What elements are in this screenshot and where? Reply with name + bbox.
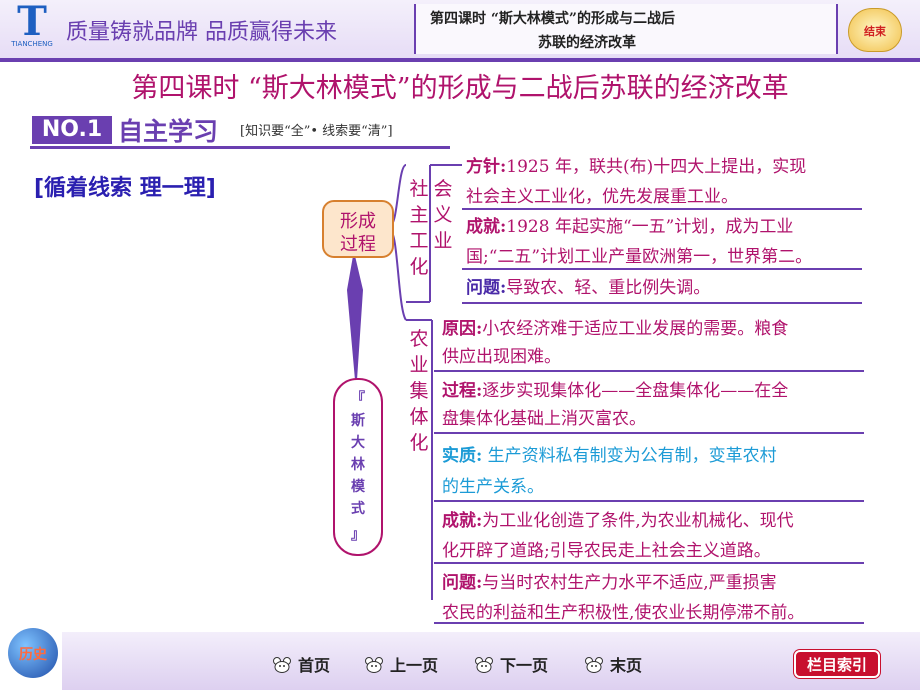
industrialization-char: 业 bbox=[433, 230, 453, 252]
mouse-icon bbox=[585, 657, 603, 673]
policy-line2: 社会主义工业化，优先发展重工业。 bbox=[466, 187, 738, 207]
cause-line2: 供应出现困难。 bbox=[442, 347, 561, 367]
mouse-icon bbox=[273, 657, 291, 673]
next-page-label: 下一页 bbox=[500, 656, 549, 675]
process-key: 过程: bbox=[442, 381, 483, 401]
last-page-button[interactable]: 末页 bbox=[584, 652, 642, 676]
collectivization-char: 体 bbox=[409, 406, 429, 428]
industrialization-char: 化 bbox=[409, 256, 429, 278]
root-to-formation-connector bbox=[346, 255, 364, 381]
agri-problem-line1: 问题:与当时农村生产力水平不适应,严重损害 bbox=[442, 568, 777, 593]
mouse-icon bbox=[365, 657, 383, 673]
industry-achievement-key: 成就: bbox=[466, 217, 507, 237]
root-char: 』 bbox=[351, 527, 365, 543]
item-divider bbox=[434, 432, 864, 434]
industrialization-char: 义 bbox=[433, 204, 453, 226]
home-button-label: 首页 bbox=[298, 656, 331, 675]
formation-process-node: 形成 过程 bbox=[322, 200, 394, 258]
section-index-button[interactable]: 栏目索引 bbox=[794, 650, 880, 678]
item-divider bbox=[434, 500, 864, 502]
cause-key: 原因: bbox=[442, 319, 483, 339]
essence-key: 实质: bbox=[442, 446, 483, 466]
item-divider bbox=[462, 208, 862, 210]
cause-text: 小农经济难于适应工业发展的需要。粮食 bbox=[482, 319, 789, 339]
industrialization-char: 会 bbox=[433, 178, 453, 200]
formation-label-2: 过程 bbox=[340, 234, 376, 255]
item-divider bbox=[434, 370, 864, 372]
last-page-label: 末页 bbox=[610, 656, 643, 675]
industrialization-char: 社 bbox=[409, 178, 429, 200]
home-button[interactable]: 首页 bbox=[272, 652, 330, 676]
agri-achievement-line2: 化开辟了道路;引导农民走上社会主义道路。 bbox=[442, 541, 771, 561]
agri-achievement-line1: 成就:为工业化创造了条件,为农业机械化、现代 bbox=[442, 506, 794, 531]
industry-achievement-line2: 国;“二五”计划工业产量欧洲第一，世界第二。 bbox=[466, 247, 813, 267]
agri-problem-line2: 农民的利益和生产积极性,使农业长期停滞不前。 bbox=[442, 603, 805, 623]
process-text: 逐步实现集体化——全盘集体化——在全 bbox=[482, 381, 789, 401]
globe-icon: 历史 bbox=[8, 628, 58, 678]
collectivization-char: 业 bbox=[409, 354, 429, 376]
globe-label: 历史 bbox=[19, 647, 47, 663]
previous-page-label: 上一页 bbox=[390, 656, 439, 675]
root-char: 『 bbox=[351, 391, 365, 407]
collectivization-char: 化 bbox=[409, 432, 429, 454]
stalin-model-root-node: 『 斯 大 林 模 式 』 bbox=[333, 378, 383, 556]
essence-line1: 实质: 生产资料私有制变为公有制，变革农村 bbox=[442, 441, 777, 466]
collectivization-char: 农 bbox=[409, 328, 429, 350]
item-divider bbox=[434, 622, 864, 624]
industrialization-char: 工 bbox=[409, 230, 429, 252]
industry-achievement-line1: 成就:1928 年起实施“一五”计划，成为工业 bbox=[466, 212, 793, 237]
root-char: 林 bbox=[351, 457, 365, 473]
agri-achievement-key: 成就: bbox=[442, 511, 483, 531]
policy-key: 方针: bbox=[466, 157, 507, 177]
agri-problem-key: 问题: bbox=[442, 573, 483, 593]
agri-problem-text: 与当时农村生产力水平不适应,严重损害 bbox=[482, 573, 777, 593]
policy-line1: 方针:1925 年，联共(布)十四大上提出，实现 bbox=[466, 152, 806, 177]
process-line2: 盘集体化基础上消灭富农。 bbox=[442, 409, 646, 429]
section-index-label: 栏目索引 bbox=[806, 656, 867, 674]
industry-problem-line: 问题:导致农、轻、重比例失调。 bbox=[466, 273, 710, 298]
collectivization-char: 集 bbox=[409, 380, 429, 402]
root-char: 大 bbox=[351, 435, 365, 451]
root-char: 式 bbox=[351, 501, 365, 517]
policy-text: 1925 年，联共(布)十四大上提出，实现 bbox=[506, 157, 807, 177]
agri-achievement-text: 为工业化创造了条件,为农业机械化、现代 bbox=[482, 511, 794, 531]
root-char: 模 bbox=[351, 479, 365, 495]
item-divider bbox=[462, 302, 862, 304]
root-char: 斯 bbox=[351, 413, 365, 429]
industry-problem-key: 问题: bbox=[466, 278, 507, 298]
item-divider bbox=[434, 562, 864, 564]
industry-problem-text: 导致农、轻、重比例失调。 bbox=[506, 278, 711, 298]
essence-text: 生产资料私有制变为公有制，变革农村 bbox=[482, 446, 777, 466]
item-divider bbox=[462, 268, 862, 270]
cause-line1: 原因:小农经济难于适应工业发展的需要。粮食 bbox=[442, 314, 788, 339]
mouse-icon bbox=[475, 657, 493, 673]
industrialization-char: 主 bbox=[409, 204, 429, 226]
process-line1: 过程:逐步实现集体化——全盘集体化——在全 bbox=[442, 376, 788, 401]
previous-page-button[interactable]: 上一页 bbox=[364, 652, 438, 676]
next-page-button[interactable]: 下一页 bbox=[474, 652, 548, 676]
industry-achievement-text: 1928 年起实施“一五”计划，成为工业 bbox=[506, 217, 794, 237]
essence-line2: 的生产关系。 bbox=[442, 477, 544, 497]
